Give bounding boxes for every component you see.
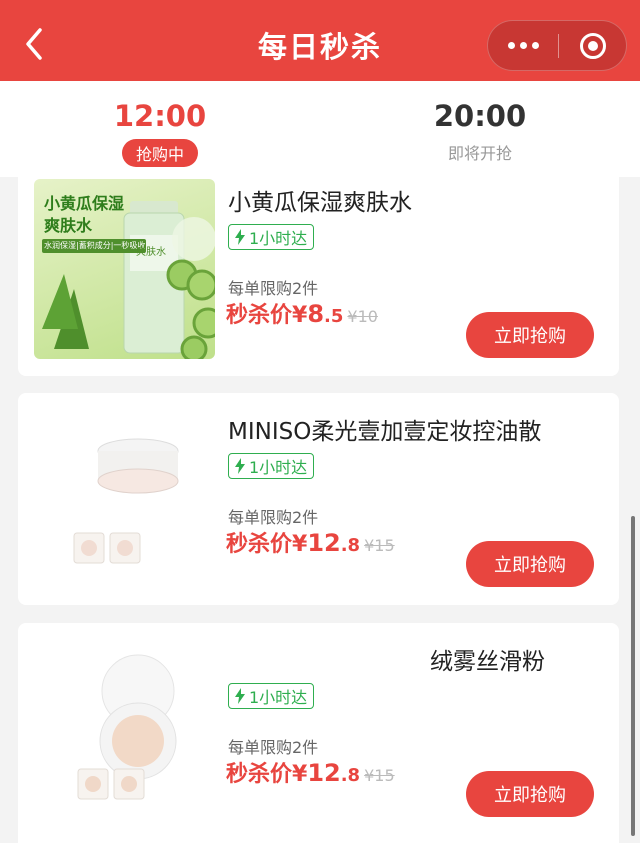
buy-now-button[interactable]: 立即抢购 — [466, 541, 594, 587]
product-name: MINISO柔光壹加壹定妆控油散 — [228, 419, 542, 445]
session-tabs: 12:00 抢购中 20:00 即将开抢 — [0, 81, 640, 177]
product-card[interactable]: 小黄瓜保湿爽肤水 水润保湿|蓄积成分|一秒吸收 爽肤水 小黄瓜保湿爽肤水 1小时… — [18, 177, 619, 376]
delivery-label: 1小时达 — [249, 458, 308, 477]
product-image — [34, 407, 215, 587]
price-row: 秒杀价¥ 12 .8 ¥15 — [226, 756, 395, 788]
tab-status: 即将开抢 — [447, 144, 513, 163]
delivery-label: 1小时达 — [249, 229, 308, 248]
image-subtitle: 水润保湿|蓄积成分|一秒吸收 — [42, 239, 146, 253]
price-label: 秒杀价¥ — [226, 303, 308, 328]
price-label: 秒杀价¥ — [226, 532, 308, 557]
nav-bar: 每日秒杀 — [0, 0, 640, 81]
lightning-icon — [235, 229, 245, 245]
lightning-icon — [235, 688, 245, 704]
price-decimal: .8 — [340, 535, 361, 556]
scrollbar[interactable] — [631, 516, 635, 836]
delivery-badge: 1小时达 — [228, 453, 315, 479]
tab-session-1200[interactable]: 12:00 抢购中 — [0, 81, 320, 177]
more-button[interactable] — [488, 21, 558, 70]
more-dots-icon — [507, 42, 539, 49]
tab-time: 12:00 — [113, 99, 207, 133]
price-integer: 8 — [307, 300, 325, 328]
price-integer: 12 — [307, 529, 341, 557]
original-price: ¥15 — [364, 766, 395, 785]
price-decimal: .5 — [324, 306, 344, 327]
product-card[interactable]: 绒雾丝滑粉 1小时达 每单限购2件 秒杀价¥ 12 .8 ¥15 立即抢购 — [18, 623, 619, 843]
original-price: ¥10 — [347, 307, 378, 326]
bottle-label: 爽肤水 — [136, 247, 166, 258]
purchase-limit: 每单限购2件 — [228, 738, 319, 757]
close-mini-program-button[interactable] — [559, 21, 627, 70]
delivery-badge: 1小时达 — [228, 224, 315, 250]
powder-jar-illustration — [73, 438, 179, 564]
original-price: ¥15 — [364, 536, 395, 555]
mini-program-capsule — [487, 20, 627, 71]
buy-now-button[interactable]: 立即抢购 — [466, 312, 594, 358]
delivery-badge: 1小时达 — [228, 683, 315, 709]
tab-session-2000[interactable]: 20:00 即将开抢 — [320, 81, 640, 177]
purchase-limit: 每单限购2件 — [228, 508, 319, 527]
tab-status-badge: 抢购中 — [121, 139, 199, 167]
product-card[interactable]: MINISO柔光壹加壹定妆控油散 1小时达 每单限购2件 秒杀价¥ 12 .8 … — [18, 393, 619, 605]
buy-now-button[interactable]: 立即抢购 — [466, 771, 594, 817]
lightning-icon — [235, 458, 245, 474]
price-decimal: .8 — [340, 765, 361, 786]
tab-time: 20:00 — [433, 99, 527, 133]
product-name: 绒雾丝滑粉 — [430, 649, 545, 675]
compact-powder-illustration — [77, 654, 177, 800]
product-name: 小黄瓜保湿爽肤水 — [228, 190, 412, 216]
image-title: 小黄瓜保湿爽肤水 — [44, 194, 125, 235]
price-label: 秒杀价¥ — [226, 762, 308, 787]
delivery-label: 1小时达 — [249, 688, 308, 707]
target-ring-icon — [580, 32, 606, 59]
price-row: 秒杀价¥ 12 .8 ¥15 — [226, 526, 395, 558]
purchase-limit: 每单限购2件 — [228, 279, 319, 298]
price-integer: 12 — [307, 759, 341, 787]
product-image: 小黄瓜保湿爽肤水 水润保湿|蓄积成分|一秒吸收 爽肤水 — [34, 179, 215, 359]
product-image — [34, 643, 215, 823]
price-row: 秒杀价¥ 8 .5 ¥10 — [226, 297, 378, 329]
